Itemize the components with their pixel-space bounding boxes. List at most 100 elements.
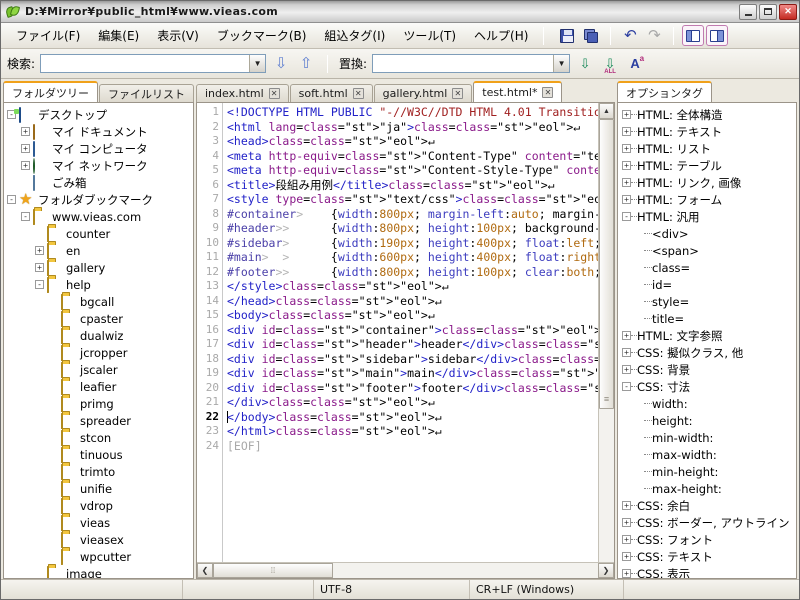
option-tag-item[interactable]: + HTML: テーブル [622,157,796,174]
close-icon[interactable]: ✕ [352,88,364,99]
tree-item[interactable]: - デスクトップ [7,106,193,123]
option-tag-item[interactable]: + HTML: リスト [622,140,796,157]
menu-bookmark[interactable]: ブックマーク(B) [208,24,316,47]
editor-horizontal-scrollbar[interactable]: ❮ ⁞⁞ ❯ [197,562,614,578]
close-icon[interactable]: ✕ [268,88,280,99]
menu-file[interactable]: ファイル(F) [7,24,89,47]
tree-item[interactable]: + gallery [7,259,193,276]
option-toggle-icon[interactable]: + [622,161,631,170]
option-tag-item[interactable]: + CSS: 余白 [622,497,796,514]
option-toggle-icon[interactable]: + [622,178,631,187]
hscroll-track[interactable]: ⁞⁞ [213,563,598,578]
option-tag-item[interactable]: max-width: [622,446,796,463]
menu-help[interactable]: ヘルプ(H) [465,24,537,47]
option-tag-item[interactable]: + HTML: リンク, 画像 [622,174,796,191]
find-next-button[interactable]: ⇩ [271,54,291,74]
tree-item[interactable]: vieas [7,514,193,531]
replace-dropdown-icon[interactable]: ▼ [553,55,570,72]
close-icon[interactable]: ✕ [542,87,554,98]
option-toggle-icon[interactable]: - [622,212,631,221]
tree-item[interactable]: - www.vieas.com [7,208,193,225]
option-tag-item[interactable]: + HTML: フォーム [622,191,796,208]
option-tag-item[interactable]: + HTML: テキスト [622,123,796,140]
tab-index-html[interactable]: index.html ✕ [196,84,289,102]
tree-toggle-icon[interactable]: - [21,212,30,221]
close-icon[interactable]: ✕ [452,88,464,99]
tree-toggle-icon[interactable]: + [21,127,30,136]
tree-item[interactable]: jcropper [7,344,193,361]
tab-soft-html[interactable]: soft.html ✕ [289,84,373,102]
option-tag-item[interactable]: <span> [622,242,796,259]
tab-test-html[interactable]: test.html* ✕ [473,81,563,102]
tree-item[interactable]: stcon [7,429,193,446]
option-tag-item[interactable]: style= [622,293,796,310]
tree-item[interactable]: + マイ ドキュメント [7,123,193,140]
tree-item[interactable]: spreader [7,412,193,429]
option-toggle-icon[interactable]: + [622,518,631,527]
tree-item[interactable]: + en [7,242,193,259]
option-tag-item[interactable]: height: [622,412,796,429]
search-input[interactable] [41,55,250,72]
folder-tree[interactable]: - デスクトップ + マイ ドキュメント + マイ コンピュータ + マイ ネットワーク ごみ箱… [4,103,193,578]
tree-item[interactable]: jscaler [7,361,193,378]
option-tag-item[interactable]: + CSS: ボーダー, アウトライン [622,514,796,531]
menu-edit[interactable]: 編集(E) [89,24,148,47]
tree-item[interactable]: + マイ ネットワーク [7,157,193,174]
search-combo[interactable]: ▼ [40,54,267,73]
menu-tools[interactable]: ツール(T) [394,24,465,47]
save-button[interactable] [556,25,578,46]
tab-option-tags[interactable]: オプションタグ [617,81,712,102]
option-toggle-icon[interactable]: + [622,501,631,510]
toggle-left-pane-button[interactable] [682,25,705,46]
option-tag-item[interactable]: + CSS: 擬似クラス, 他 [622,344,796,361]
tree-toggle-icon[interactable]: + [21,144,30,153]
find-prev-button[interactable]: ⇧ [296,54,316,74]
status-line-ending[interactable]: CR+LF (Windows) [470,580,624,599]
maximize-button[interactable] [759,3,777,20]
option-tag-item[interactable]: - CSS: 寸法 [622,378,796,395]
option-toggle-icon[interactable]: + [622,127,631,136]
tree-item[interactable]: bgcall [7,293,193,310]
tree-item[interactable]: - help [7,276,193,293]
replace-all-icon[interactable]: ⇩ [600,54,620,75]
tab-gallery-html[interactable]: gallery.html ✕ [373,84,473,102]
menu-embedded-tag[interactable]: 組込タグ(I) [315,24,394,47]
option-tag-item[interactable]: class= [622,259,796,276]
hscroll-thumb[interactable]: ⁞⁞ [213,563,333,578]
save-all-button[interactable] [580,25,602,46]
option-toggle-icon[interactable]: + [622,144,631,153]
scroll-right-button[interactable]: ❯ [598,563,614,578]
option-tag-item[interactable]: + CSS: 表示 [622,565,796,578]
option-toggle-icon[interactable]: + [622,331,631,340]
tree-item[interactable]: vieasex [7,531,193,548]
close-button[interactable]: ✕ [779,3,797,20]
scroll-left-button[interactable]: ❮ [197,563,213,578]
option-tag-item[interactable]: <div> [622,225,796,242]
status-encoding[interactable]: UTF-8 [314,580,470,599]
option-tag-item[interactable]: + CSS: フォント [622,531,796,548]
option-toggle-icon[interactable]: + [622,535,631,544]
tree-item[interactable]: image [7,565,193,578]
option-toggle-icon[interactable]: + [622,365,631,374]
tab-folder-tree[interactable]: フォルダツリー [3,81,98,102]
option-tag-item[interactable]: min-width: [622,429,796,446]
replace-one-icon[interactable]: ⇩ [575,54,595,74]
tree-item[interactable]: cpaster [7,310,193,327]
option-toggle-icon[interactable]: + [622,195,631,204]
tree-item[interactable]: counter [7,225,193,242]
option-toggle-icon[interactable]: + [622,348,631,357]
option-tag-item[interactable]: - HTML: 汎用 [622,208,796,225]
option-tag-item[interactable]: title= [622,310,796,327]
option-tag-item[interactable]: max-height: [622,480,796,497]
tree-toggle-icon[interactable]: - [35,280,44,289]
option-tag-item[interactable]: min-height: [622,463,796,480]
vscroll-track[interactable] [599,119,614,562]
replace-combo[interactable]: ▼ [372,54,571,73]
tree-item[interactable]: tinuous [7,446,193,463]
tree-item[interactable]: wpcutter [7,548,193,565]
undo-button[interactable]: ↶ [619,25,641,46]
redo-button[interactable]: ↷ [643,25,665,46]
scroll-up-button[interactable]: ▲ [599,103,614,119]
tab-file-list[interactable]: ファイルリスト [99,84,194,102]
tree-toggle-icon[interactable]: + [35,246,44,255]
